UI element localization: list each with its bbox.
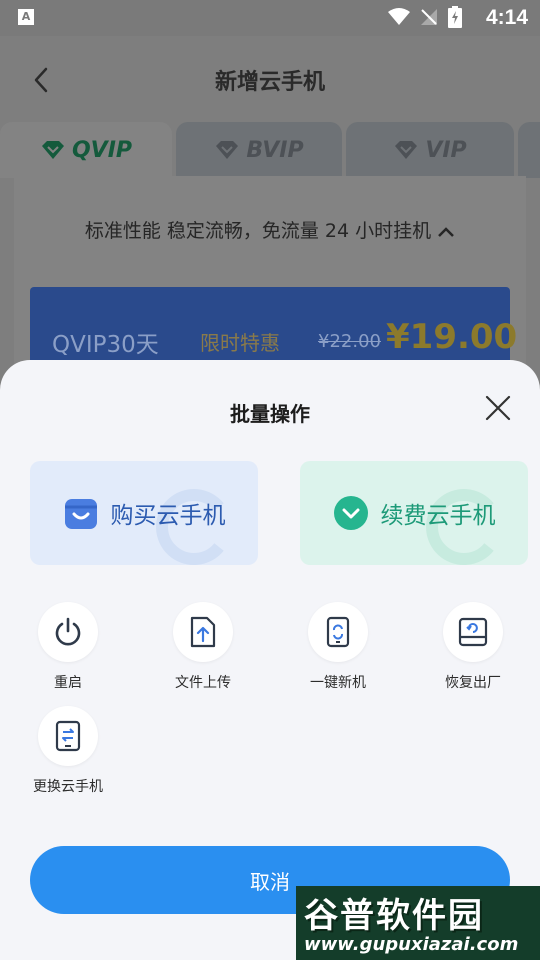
plan-description-text: 标准性能 稳定流畅，免流量 24 小时挂机 xyxy=(84,220,432,242)
power-icon xyxy=(55,617,81,646)
plan-price: ¥19.00 xyxy=(386,317,518,357)
status-icons xyxy=(388,6,462,28)
status-bar: A 4:14 xyxy=(0,0,540,36)
renew-cloud-phone-button[interactable]: 续费云手机 xyxy=(300,461,528,565)
page-title: 新增云手机 xyxy=(214,70,325,95)
op-file-upload-label: 文件上传 xyxy=(175,675,231,691)
op-change-device[interactable]: 更换云手机 xyxy=(8,706,128,796)
op-new-device-label: 一键新机 xyxy=(310,675,366,691)
plan-name: QVIP30天 xyxy=(52,332,159,358)
op-change-device-circle xyxy=(38,706,98,766)
buy-cloud-phone-button[interactable]: 购买云手机 xyxy=(30,461,258,565)
diamond-heart-icon xyxy=(395,141,418,159)
batch-operation-sheet: 批量操作 购买云手机 续费云手机 重启 文件上传 一键新机 恢复出厂 更换云手机… xyxy=(0,360,540,960)
op-file-upload[interactable]: 文件上传 xyxy=(143,602,263,692)
tab-more[interactable] xyxy=(518,122,540,178)
op-restart-circle xyxy=(38,602,98,662)
vip-tabs: QVIP BVIP VIP xyxy=(0,122,540,178)
op-new-device-circle xyxy=(308,602,368,662)
plan-promo: 限时特惠 xyxy=(200,331,280,355)
op-restart[interactable]: 重启 xyxy=(8,602,128,692)
op-new-device[interactable]: 一键新机 xyxy=(278,602,398,692)
tab-bvip-label: BVIP xyxy=(246,137,304,163)
op-file-upload-circle xyxy=(173,602,233,662)
chevron-up-icon xyxy=(438,226,455,237)
wifi-icon xyxy=(388,8,410,25)
op-factory-reset[interactable]: 恢复出厂 xyxy=(413,602,533,692)
op-factory-reset-label: 恢复出厂 xyxy=(445,675,501,691)
watermark-title: 谷普软件园 xyxy=(304,896,484,936)
tab-qvip[interactable]: QVIP xyxy=(0,122,172,178)
shopping-bag-icon xyxy=(64,499,97,529)
plan-description[interactable]: 标准性能 稳定流畅，免流量 24 小时挂机 xyxy=(0,216,540,243)
file-upload-icon xyxy=(190,616,216,648)
app-notification-icon: A xyxy=(18,9,34,25)
op-factory-reset-circle xyxy=(443,602,503,662)
tab-bvip[interactable]: BVIP xyxy=(176,122,342,178)
tab-vip-label: VIP xyxy=(425,137,467,163)
renew-label: 续费云手机 xyxy=(380,503,496,529)
op-restart-label: 重启 xyxy=(54,675,82,691)
watermark-url: www.gupuxiazai.com xyxy=(304,934,519,955)
close-icon[interactable] xyxy=(484,394,512,422)
diamond-heart-icon xyxy=(41,141,64,159)
chevron-circle-icon xyxy=(333,496,368,530)
no-signal-icon xyxy=(421,9,437,25)
sheet-title: 批量操作 xyxy=(230,402,310,426)
phone-refresh-icon xyxy=(326,616,350,648)
op-change-device-label: 更换云手机 xyxy=(33,779,103,795)
phone-swap-icon xyxy=(55,720,81,752)
plan-old-price: ¥22.00 xyxy=(318,331,381,352)
buy-label: 购买云手机 xyxy=(110,503,226,529)
factory-reset-icon xyxy=(458,617,488,647)
watermark-logo: 谷普软件园 www.gupuxiazai.com xyxy=(296,886,540,960)
battery-charging-icon xyxy=(448,6,462,28)
tab-vip[interactable]: VIP xyxy=(346,122,514,178)
status-time: 4:14 xyxy=(485,6,528,29)
tab-qvip-label: QVIP xyxy=(71,137,133,163)
diamond-heart-icon xyxy=(216,141,239,159)
